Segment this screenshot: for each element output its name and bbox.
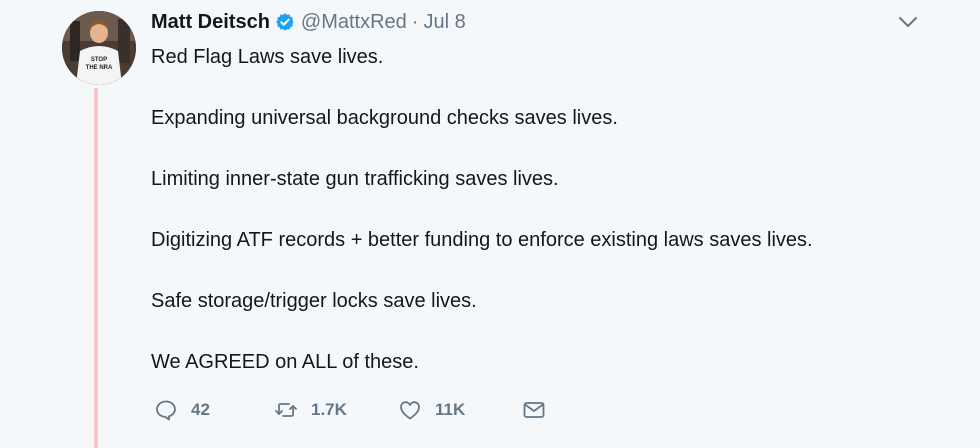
verified-badge-icon — [276, 13, 294, 31]
tweet-line: Limiting inner-state gun trafficking sav… — [151, 168, 559, 190]
tweet-line: We AGREED on ALL of these. — [151, 351, 419, 373]
retweet-icon — [275, 403, 297, 417]
retweet-count: 1.7K — [311, 400, 347, 419]
like-button[interactable]: 11K — [398, 398, 522, 422]
chevron-down-icon[interactable] — [896, 10, 920, 34]
avatar[interactable]: STOP THE NRA — [62, 11, 136, 85]
tweet-date[interactable]: Jul 8 — [423, 9, 465, 35]
envelope-icon — [523, 402, 545, 418]
svg-text:STOP: STOP — [91, 57, 107, 63]
author-name[interactable]: Matt Deitsch — [151, 9, 270, 35]
tweet-line: Safe storage/trigger locks save lives. — [151, 290, 477, 312]
heart-icon — [400, 401, 420, 420]
tweet-line: Red Flag Laws save lives. — [151, 46, 384, 68]
tweet-actions: 42 1.7K 11K — [154, 396, 546, 424]
thread-connector-line — [94, 88, 98, 448]
svg-text:THE NRA: THE NRA — [86, 65, 113, 71]
tweet-header: Matt Deitsch @MattxRed · Jul 8 — [151, 9, 466, 35]
like-count: 11K — [435, 400, 466, 419]
direct-message-button[interactable] — [522, 398, 546, 422]
author-handle[interactable]: @MattxRed — [301, 9, 407, 35]
tweet-line: Digitizing ATF records + better funding … — [151, 229, 813, 251]
tweet-text: Red Flag Laws save lives. Expanding univ… — [151, 42, 951, 378]
header-separator: · — [411, 11, 419, 33]
avatar-image: STOP THE NRA — [62, 11, 136, 85]
reply-icon — [156, 400, 176, 421]
tweet-line: Expanding universal background checks sa… — [151, 107, 618, 129]
reply-count: 42 — [191, 400, 210, 419]
retweet-button[interactable]: 1.7K — [274, 398, 398, 422]
reply-button[interactable]: 42 — [154, 398, 274, 422]
